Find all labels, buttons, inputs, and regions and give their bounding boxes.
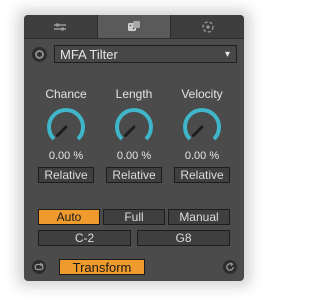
tab-bar <box>24 15 244 39</box>
preset-row: MFA Tilter ▾ <box>32 45 237 65</box>
knob-arc <box>115 108 153 141</box>
knob-value-chance: 0.00 % <box>48 150 84 162</box>
knob-arc <box>47 108 85 141</box>
knob-needle <box>56 125 68 137</box>
tab-sliders[interactable] <box>24 15 97 38</box>
mode-toggle-chance[interactable]: Relative <box>38 167 94 183</box>
loop-icon <box>34 262 44 271</box>
knob-needle <box>192 125 204 137</box>
knob-chance[interactable] <box>42 103 90 149</box>
knob-label-length: Length <box>115 87 153 101</box>
knob-arc <box>183 108 221 141</box>
chevron-down-icon: ▾ <box>224 49 230 60</box>
preset-dropdown-value: MFA Tilter <box>60 47 118 62</box>
bottom-row: Transform <box>32 259 237 277</box>
refresh-button[interactable] <box>223 260 237 274</box>
mode-auto-button[interactable]: Auto <box>38 209 100 225</box>
knob-label-chance: Chance <box>45 87 87 101</box>
tab-target[interactable] <box>170 15 244 38</box>
knob-value-velocity: 0.00 % <box>184 150 220 162</box>
knob-value-length: 0.00 % <box>116 150 152 162</box>
target-icon <box>202 20 214 33</box>
range-high-field[interactable]: G8 <box>137 230 230 246</box>
transform-button[interactable]: Transform <box>59 259 145 275</box>
loop-button[interactable] <box>32 260 46 274</box>
mode-manual-button[interactable]: Manual <box>168 209 230 225</box>
refresh-icon <box>226 262 234 271</box>
device-panel: MFA Tilter ▾ Chance 0.00 % Relative Leng… <box>24 15 244 281</box>
knob-needle <box>124 125 136 137</box>
knob-velocity[interactable] <box>178 103 226 149</box>
mode-selector: Auto Full Manual <box>38 209 230 225</box>
knob-length[interactable] <box>110 103 158 149</box>
preset-dropdown[interactable]: MFA Tilter ▾ <box>54 45 237 63</box>
range-low-field[interactable]: C-2 <box>38 230 131 246</box>
knob-label-velocity: Velocity <box>181 87 223 101</box>
knob-group-length: Length 0.00 % Relative <box>104 87 164 183</box>
mode-full-button[interactable]: Full <box>103 209 165 225</box>
knob-group-chance: Chance 0.00 % Relative <box>36 87 96 183</box>
note-range: C-2 G8 <box>38 230 230 246</box>
dice-icon <box>128 20 140 31</box>
device-power-button[interactable] <box>32 47 47 62</box>
tab-dice[interactable] <box>96 15 171 38</box>
mode-toggle-length[interactable]: Relative <box>106 167 162 183</box>
mode-toggle-velocity[interactable]: Relative <box>174 167 230 183</box>
sliders-icon <box>54 23 67 30</box>
power-icon <box>35 50 44 59</box>
knob-group-velocity: Velocity 0.00 % Relative <box>172 87 232 183</box>
